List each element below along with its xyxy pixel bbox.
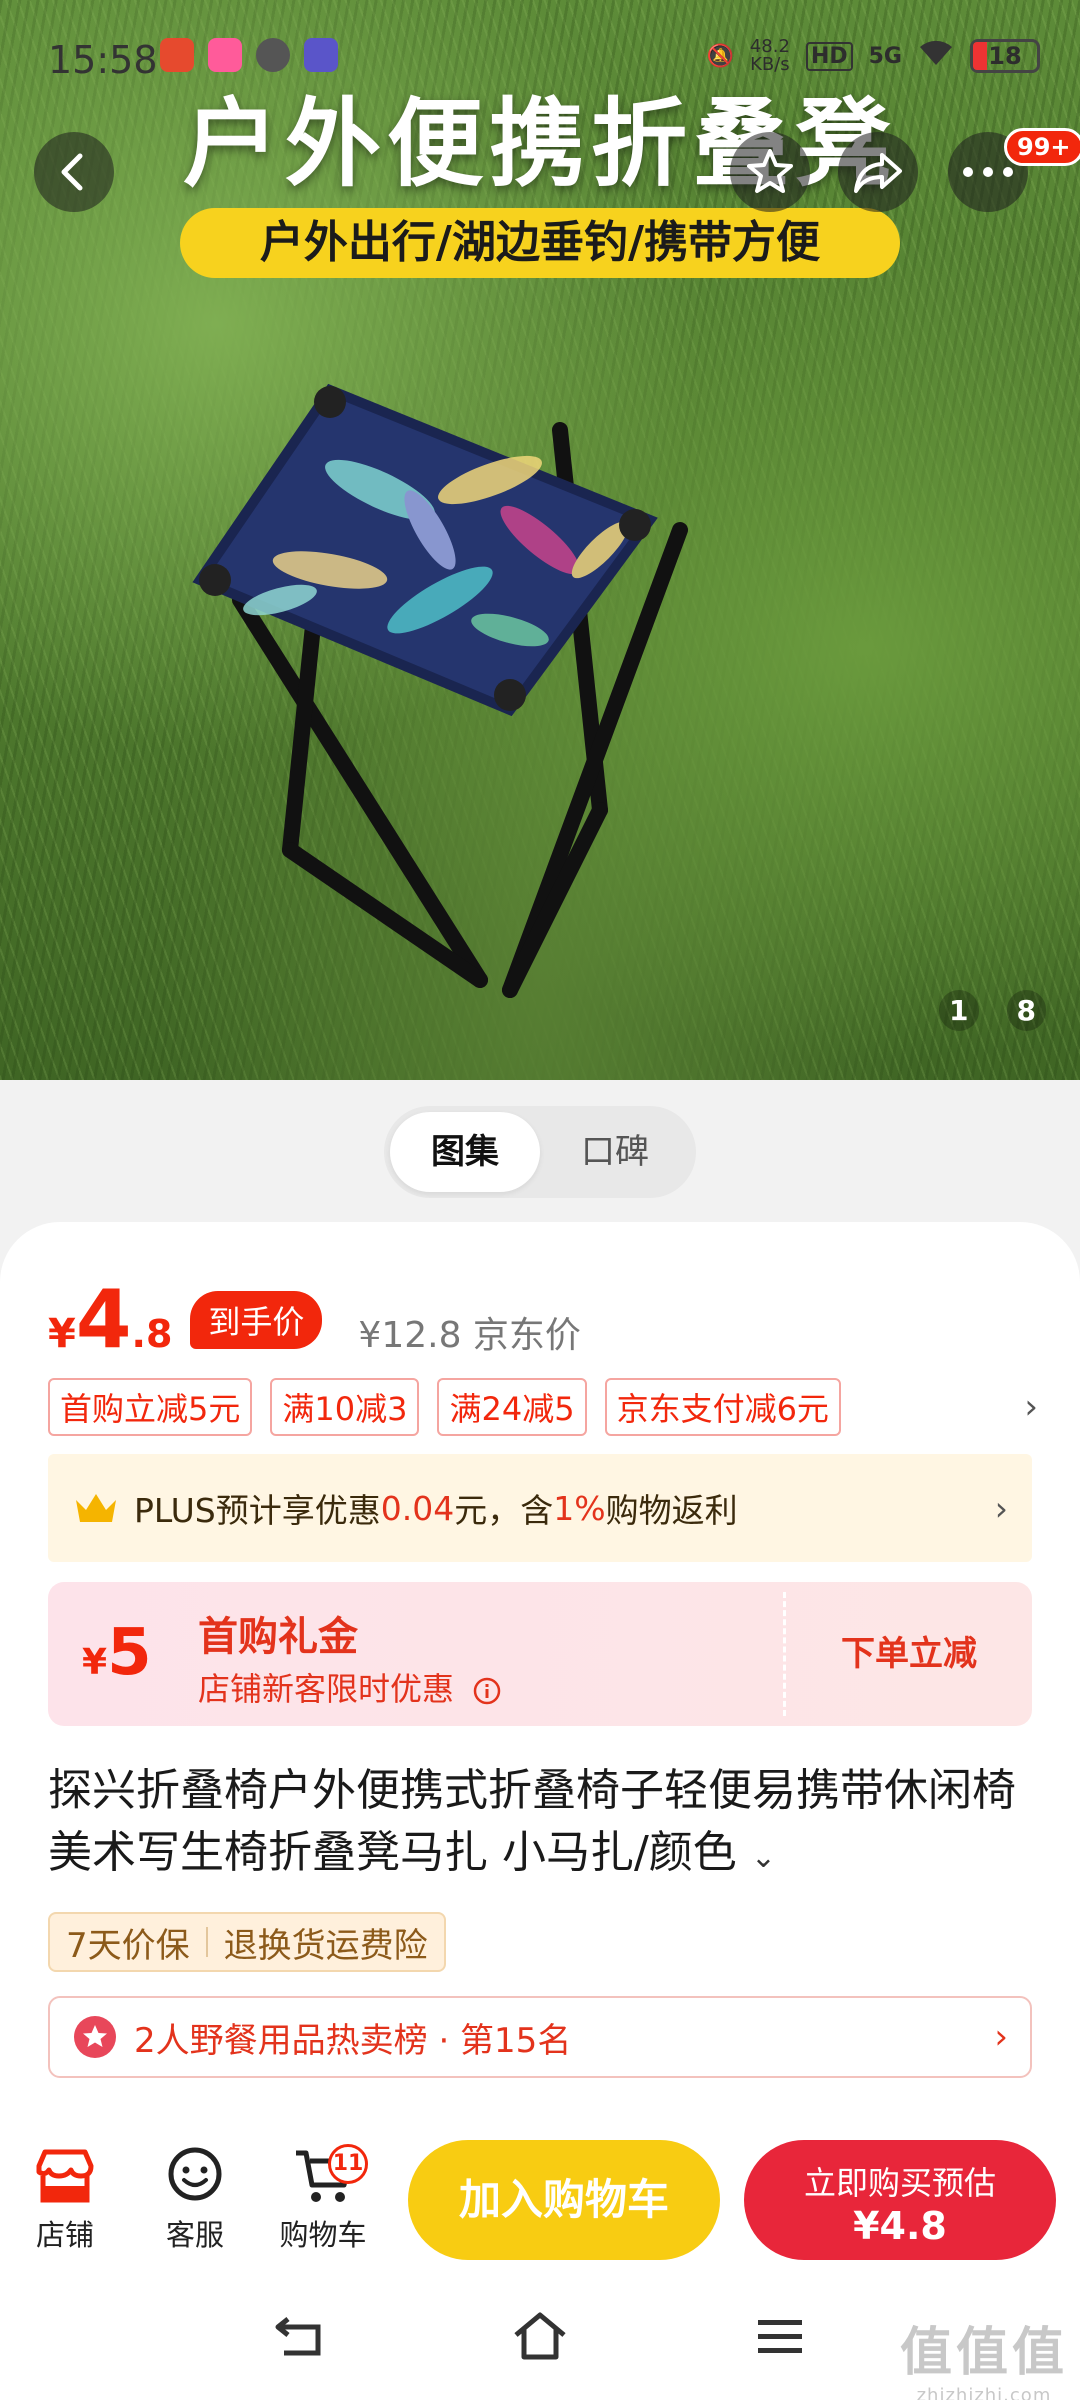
add-to-cart-button[interactable]: 加入购物车 [408,2140,720,2260]
status-time: 15:58 [48,38,158,82]
more-dots-icon [963,167,1013,177]
guarantee-price-protect: 7天价保 [66,1925,190,1966]
coupon-tag[interactable]: 满24减5 [437,1378,587,1436]
status-bar: 15:58 🔕 48.2 KB/s HD 5G 18 [0,0,1080,110]
share-button[interactable] [838,132,918,212]
original-price: ¥12.8 京东价 [358,1315,581,1356]
plus-prefix: PLUS预计享优惠 [134,1491,381,1530]
status-right: 🔕 48.2 KB/s HD 5G 18 [706,38,1040,74]
notification-icons [160,38,338,72]
divider [205,1927,208,1957]
store-icon [36,2149,94,2203]
nav-menu-button[interactable] [750,2306,810,2366]
price-decimal: .8 [131,1312,173,1356]
guarantee-return-insurance: 退换货运费险 [223,1925,428,1966]
back-arrow-icon [275,2317,321,2356]
watermark: 值值值 zhizhizhi.com [899,2323,1068,2400]
info-icon[interactable] [472,1676,502,1706]
tab-reviews[interactable]: 口碑 [540,1112,690,1192]
cart-label: 购物车 [279,2218,367,2252]
net-speed: 48.2 KB/s [749,36,790,75]
hd-icon: HD [805,41,853,71]
home-icon [514,2312,566,2360]
chevron-left-icon [61,153,83,191]
coupon-tag[interactable]: 京东支付减6元 [604,1378,841,1436]
product-image-carousel[interactable]: 户外便携折叠凳 户外出行/湖边垂钓/携带方便 15:58 🔕 48.2 KB/s… [0,0,1080,1080]
plus-suffix: 购物返利 [605,1491,738,1530]
customer-service-button[interactable]: 客服 [140,2140,250,2254]
plus-benefit-banner[interactable]: PLUS预计享优惠 0.04 元，含 1% 购物返利 › [48,1454,1032,1562]
star-icon [747,149,793,193]
image-pager: 1 8 [939,990,1046,1031]
chevron-right-icon: › [994,2017,1008,2057]
service-label: 客服 [165,2218,224,2252]
bottom-action-bar: 店铺 客服 11 购物车 加入购物车 立即购买预估 ¥4.8 [0,2122,1080,2272]
coupon-tag[interactable]: 满10减3 [270,1378,420,1436]
price-integer: 4 [75,1273,132,1366]
gift-title: 首购礼金 [198,1614,358,1660]
shop-label: 店铺 [35,2218,94,2252]
chevron-right-icon[interactable]: › [1024,1387,1038,1427]
media-toggle: 图集 口碑 [384,1106,696,1198]
wechat-icon [256,38,290,72]
message-count-badge: 99+ [1004,128,1080,166]
app-notification-icon [208,38,242,72]
app-notification-icon [160,38,194,72]
favorite-button[interactable] [730,132,810,212]
pager-total: 8 [1006,990,1046,1031]
service-guarantee[interactable]: 7天价保 退换货运费险 [48,1912,446,1972]
chat-smile-icon [168,2147,222,2201]
plus-rate: 1% [553,1488,606,1528]
cart-count-badge: 11 [328,2144,368,2184]
gift-amount: ¥5 [82,1616,152,1690]
signal-icon: 5G [868,43,902,69]
coupon-tag[interactable]: 首购立减5元 [48,1378,253,1436]
final-price-tag: 到手价 [190,1291,323,1349]
gift-info: ¥5 首购礼金 店铺新客限时优惠 [48,1582,783,1726]
tab-gallery[interactable]: 图集 [390,1112,540,1192]
price-row: ¥ 4 .8 到手价 ¥12.8 京东价 [48,1280,581,1360]
gift-desc: 店铺新客限时优惠 [198,1664,502,1710]
folding-stool-image [192,383,688,998]
cart-button[interactable]: 11 购物车 [268,2140,378,2254]
menu-icon [758,2320,802,2353]
buy-now-button[interactable]: 立即购买预估 ¥4.8 [744,2140,1056,2260]
mute-icon: 🔕 [706,43,734,69]
wifi-icon [918,39,954,73]
chevron-down-icon[interactable]: ⌄ [751,1840,776,1875]
price-currency: ¥ [48,1311,76,1357]
product-title[interactable]: 探兴折叠椅户外便携式折叠椅子轻便易携带休闲椅美术写生椅折叠凳马扎 小马扎/颜色 … [48,1760,1038,1889]
shop-button[interactable]: 店铺 [10,2140,120,2254]
share-icon [854,153,902,193]
medal-icon [74,2016,116,2058]
pager-current: 1 [939,990,979,1031]
nav-home-button[interactable] [510,2306,570,2366]
coupon-row[interactable]: 首购立减5元 满10减3 满24减5 京东支付减6元 › [48,1378,1038,1436]
first-purchase-gift[interactable]: ¥5 首购礼金 店铺新客限时优惠 下单立减 [48,1582,1032,1726]
ranking-text: 2人野餐用品热卖榜 · 第15名 [134,2020,572,2061]
battery-icon: 18 [970,39,1040,73]
app-notification-icon [304,38,338,72]
back-button[interactable] [34,132,114,212]
hero-subtitle: 户外出行/湖边垂钓/携带方便 [180,208,900,278]
crown-icon [76,1494,116,1522]
product-info-card: ¥ 4 .8 到手价 ¥12.8 京东价 首购立减5元 满10减3 满24减5 … [0,1222,1080,2122]
gift-action[interactable]: 下单立减 [786,1582,1032,1726]
nav-back-button[interactable] [270,2306,330,2366]
plus-mid: 元，含 [454,1491,554,1530]
chevron-right-icon: › [994,1488,1008,1528]
buy-now-price: ¥4.8 [853,2204,947,2248]
ranking-banner[interactable]: 2人野餐用品热卖榜 · 第15名 › [48,1996,1032,2078]
plus-amount: 0.04 [380,1488,455,1528]
buy-now-label: 立即购买预估 [803,2164,996,2202]
